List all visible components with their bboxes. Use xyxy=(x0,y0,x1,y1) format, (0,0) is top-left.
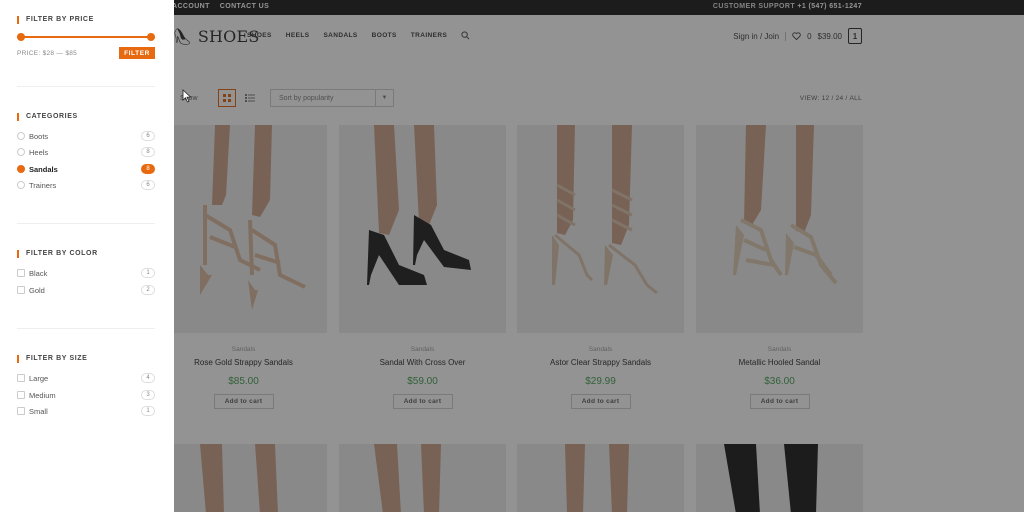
price-slider[interactable] xyxy=(17,33,155,41)
price-slider-max-handle[interactable] xyxy=(147,33,155,41)
size-count: 4 xyxy=(141,373,155,383)
categories-title: CATEGORIES xyxy=(17,113,78,121)
radio-button-selected[interactable] xyxy=(17,165,25,173)
size-label[interactable]: Large xyxy=(29,374,48,383)
radio-button[interactable] xyxy=(17,132,25,140)
size-count: 1 xyxy=(141,406,155,416)
size-filter-title: FILTER BY SIZE xyxy=(17,355,87,363)
filter-button[interactable]: FILTER xyxy=(119,47,155,59)
color-label[interactable]: Black xyxy=(29,269,47,278)
size-option-medium[interactable]: Medium 3 xyxy=(17,389,155,401)
color-option-gold[interactable]: Gold 2 xyxy=(17,284,155,296)
category-label[interactable]: Sandals xyxy=(29,165,58,174)
category-count: 6 xyxy=(141,131,155,141)
filter-drawer: FILTER BY PRICE PRICE: $28 — $85 FILTER … xyxy=(0,0,174,512)
checkbox[interactable] xyxy=(17,391,25,399)
category-count: 8 xyxy=(141,164,155,174)
checkbox[interactable] xyxy=(17,374,25,382)
checkbox[interactable] xyxy=(17,286,25,294)
radio-button[interactable] xyxy=(17,181,25,189)
category-label[interactable]: Trainers xyxy=(29,181,56,190)
size-label[interactable]: Small xyxy=(29,407,48,416)
divider xyxy=(17,328,155,329)
price-slider-track[interactable] xyxy=(17,36,155,38)
color-filter-title: FILTER BY COLOR xyxy=(17,250,98,258)
category-option-sandals[interactable]: Sandals 8 xyxy=(17,163,155,175)
checkbox[interactable] xyxy=(17,269,25,277)
category-option-heels[interactable]: Heels 8 xyxy=(17,146,155,158)
color-count: 2 xyxy=(141,285,155,295)
price-slider-min-handle[interactable] xyxy=(17,33,25,41)
color-count: 1 xyxy=(141,268,155,278)
category-label[interactable]: Heels xyxy=(29,148,48,157)
divider xyxy=(17,223,155,224)
size-count: 3 xyxy=(141,390,155,400)
size-option-large[interactable]: Large 4 xyxy=(17,372,155,384)
color-label[interactable]: Gold xyxy=(29,286,45,295)
size-option-small[interactable]: Small 1 xyxy=(17,405,155,417)
price-range-label: PRICE: $28 — $85 xyxy=(17,50,78,57)
color-option-black[interactable]: Black 1 xyxy=(17,267,155,279)
category-option-boots[interactable]: Boots 6 xyxy=(17,130,155,142)
category-option-trainers[interactable]: Trainers 6 xyxy=(17,179,155,191)
category-label[interactable]: Boots xyxy=(29,132,48,141)
size-label[interactable]: Medium xyxy=(29,391,56,400)
radio-button[interactable] xyxy=(17,148,25,156)
divider xyxy=(17,86,155,87)
price-filter-title: FILTER BY PRICE xyxy=(17,16,94,24)
category-count: 6 xyxy=(141,180,155,190)
category-count: 8 xyxy=(141,147,155,157)
checkbox[interactable] xyxy=(17,407,25,415)
mouse-cursor-icon xyxy=(182,89,192,103)
